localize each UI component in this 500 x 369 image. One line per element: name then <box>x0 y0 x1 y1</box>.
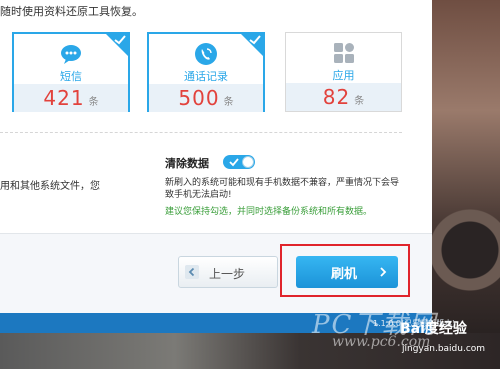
card-unit: 条 <box>354 96 365 107</box>
chat-bubble-icon <box>61 45 81 64</box>
section-divider <box>0 132 402 133</box>
card-unit: 条 <box>223 97 234 108</box>
card-count: 82 <box>322 85 351 109</box>
phone-call-icon <box>195 43 217 65</box>
back-button-label: 上一步 <box>209 267 246 281</box>
baidu-jingyan-url: jingyan.baidu.com <box>402 344 486 354</box>
wipe-suggestion: 建议您保持勾选，并同时选择备份系统和所有数据。 <box>165 207 373 217</box>
card-count: 500 <box>178 86 220 110</box>
toggle-knob <box>242 156 254 168</box>
card-apps[interactable]: 应用 82 条 <box>285 32 402 112</box>
card-count-row: 421 条 <box>14 84 128 112</box>
card-count-row: 500 条 <box>149 84 263 112</box>
card-unit: 条 <box>88 97 99 108</box>
wipe-data-title: 清除数据 <box>165 157 209 170</box>
check-icon <box>249 35 261 45</box>
background-photo <box>430 0 500 369</box>
card-call-log[interactable]: 通话记录 500 条 <box>147 32 265 112</box>
card-count-row: 82 条 <box>286 83 401 111</box>
check-icon <box>114 35 126 45</box>
apps-grid-icon <box>333 43 354 63</box>
baidu-jingyan-logo: Bai度经验 <box>400 321 467 337</box>
card-label: 应用 <box>332 69 355 82</box>
check-icon <box>229 158 239 167</box>
back-button[interactable]: 上一步 <box>178 256 278 288</box>
left-note-text: 用和其他系统文件，您 <box>0 181 100 192</box>
card-count: 421 <box>43 86 85 110</box>
card-label: 短信 <box>60 70 82 83</box>
flash-dialog: 随时使用资料还原工具恢复。 短信 421 条 通话记录 500 条 应用 82 … <box>0 0 432 313</box>
wipe-data-toggle[interactable] <box>223 155 255 169</box>
highlight-box <box>280 244 410 297</box>
card-sms[interactable]: 短信 421 条 <box>12 32 130 112</box>
chevron-left-icon <box>185 265 199 279</box>
intro-text: 随时使用资料还原工具恢复。 <box>0 5 143 18</box>
wipe-warning: 新刷入的系统可能和现有手机数据不兼容，严重情况下会导致手机无法启动! <box>165 178 400 200</box>
card-label: 通话记录 <box>184 70 228 83</box>
